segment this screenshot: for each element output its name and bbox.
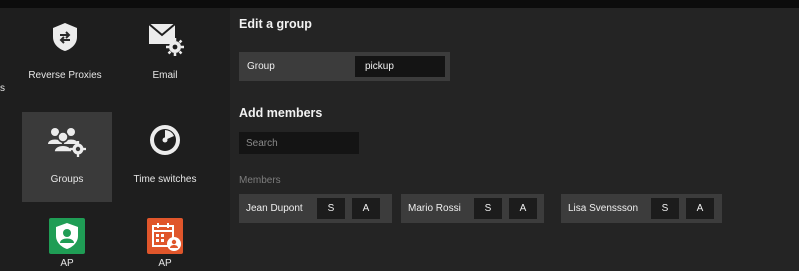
tile-ap-calendar[interactable]: AP (120, 212, 210, 271)
app-menu-panel: s Reverse Proxies Email Groups Time swit… (0, 8, 230, 271)
member-role-s-button[interactable]: S (474, 198, 502, 219)
member-name: Jean Dupont (246, 203, 303, 214)
member-role-a-button[interactable]: A (352, 198, 380, 219)
members-label: Members (239, 175, 281, 186)
group-name-label: Group (247, 61, 275, 72)
page-title: Edit a group (239, 17, 312, 31)
tile-reverse-proxies[interactable]: Reverse Proxies (20, 8, 110, 103)
calendar-user-icon (147, 218, 183, 254)
tile-ap-shield[interactable]: AP (22, 212, 112, 271)
group-gear-icon (48, 128, 86, 157)
edit-group-panel: Edit a group Group Add members Members J… (230, 8, 799, 271)
add-members-title: Add members (239, 106, 323, 120)
tile-groups[interactable]: Groups (22, 112, 112, 202)
envelope-gear-icon (148, 23, 184, 56)
tile-label: AP (60, 258, 74, 269)
shield-arrows-icon (53, 23, 77, 51)
group-name-row: Group (239, 52, 450, 81)
member-name: Mario Rossi (408, 203, 461, 214)
tile-label: Groups (50, 174, 84, 185)
member-card: Lisa Svenssson S A (561, 194, 722, 223)
top-bar (0, 0, 799, 8)
shield-user-icon (49, 218, 85, 254)
tile-email[interactable]: Email (120, 8, 210, 103)
tile-label: Reverse Proxies (28, 70, 102, 81)
member-role-a-button[interactable]: A (509, 198, 537, 219)
member-card: Mario Rossi S A (401, 194, 544, 223)
timer-dial-icon (150, 125, 180, 155)
tile-time-switches[interactable]: Time switches (120, 112, 210, 202)
member-role-a-button[interactable]: A (686, 198, 714, 219)
tile-label: Email (152, 70, 178, 81)
member-name: Lisa Svenssson (568, 203, 639, 214)
member-card: Jean Dupont S A (239, 194, 392, 223)
member-role-s-button[interactable]: S (317, 198, 345, 219)
member-role-s-button[interactable]: S (651, 198, 679, 219)
group-name-input[interactable] (355, 56, 445, 77)
tile-label: AP (158, 258, 172, 269)
tile-label: Time switches (133, 174, 197, 185)
member-search-input[interactable] (239, 132, 359, 154)
partial-tile-label: s (0, 83, 5, 94)
